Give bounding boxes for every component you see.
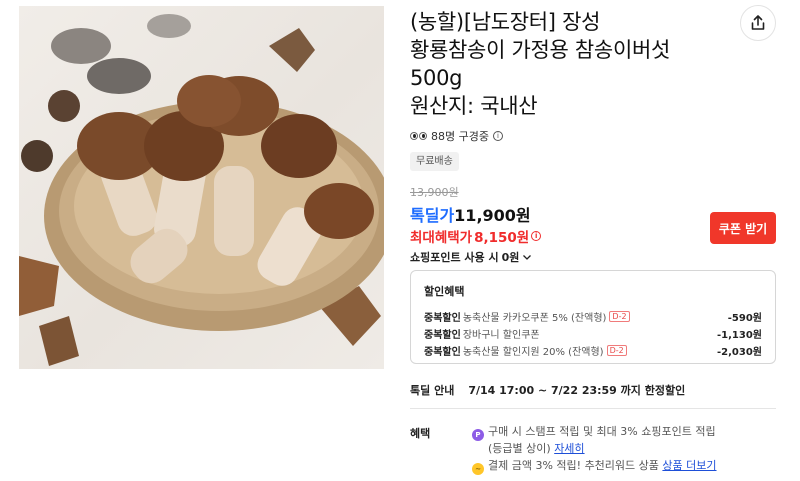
- points-value: 0원: [501, 251, 520, 264]
- dday-badge: D-2: [609, 311, 630, 322]
- deal-price: 톡딜가11,900원: [410, 202, 531, 226]
- discount-kind: 중복할인: [424, 313, 461, 324]
- product-title: (농할)[남도장터] 장성 황룡참송이 가정용 참송이버섯 500g 원산지: …: [410, 8, 730, 120]
- benefit-reward: ~ 결제 금액 3% 적립! 추천리워드 상품 상품 더보기: [472, 458, 717, 475]
- chevron-down-icon: [523, 255, 532, 260]
- title-line-3: 500g: [410, 66, 463, 90]
- discount-desc: 농축산물 카카오쿠폰 5% (잔액형): [462, 313, 607, 324]
- title-line-2: 황룡참송이 가정용 참송이버섯: [410, 38, 671, 62]
- more-products-link[interactable]: 상품 더보기: [662, 459, 716, 472]
- info-icon[interactable]: i: [531, 231, 542, 241]
- benefit-label: 혜택: [410, 427, 431, 440]
- original-price: 13,900원: [410, 186, 459, 199]
- details-link[interactable]: 자세히: [554, 442, 584, 455]
- max-benefit-price: 최대혜택가 8,150원 i: [410, 226, 542, 246]
- free-shipping-badge: 무료배송: [410, 152, 459, 171]
- max-benefit-label: 최대혜택가: [410, 230, 473, 246]
- deal-info-label: 톡딜 안내: [410, 384, 455, 397]
- deal-price-label: 톡딜가: [410, 206, 455, 225]
- info-icon[interactable]: i: [492, 131, 503, 141]
- share-button[interactable]: [740, 5, 776, 41]
- viewer-count-text: 88명 구경중: [431, 130, 489, 143]
- coupon-button[interactable]: 쿠폰 받기: [710, 212, 776, 244]
- benefit-stamp-points: P 구매 시 스탬프 적립 및 최대 3% 쇼핑포인트 적립 (등급별 상이) 자…: [472, 424, 772, 457]
- discount-value: -2,030원: [717, 347, 762, 358]
- share-icon: [751, 15, 765, 30]
- deal-info: 톡딜 안내 7/14 17:00 ~ 7/22 23:59 까지 한정할인: [410, 382, 685, 398]
- discount-value: -590원: [727, 313, 762, 324]
- discount-row: 중복할인 장바구니 할인쿠폰 -1,130원: [424, 325, 762, 342]
- product-image: [19, 6, 384, 369]
- benefit-line-1b: (등급별 상이): [488, 442, 551, 455]
- discount-desc: 농축산물 할인지원 20% (잔액형): [462, 347, 604, 358]
- benefit-line-1: 구매 시 스탬프 적립 및 최대 3% 쇼핑포인트 적립: [488, 425, 716, 438]
- max-benefit-amount: 8,150원: [474, 230, 530, 246]
- title-line-4: 원산지: 국내산: [410, 94, 538, 118]
- viewer-count: 88명 구경중 i: [410, 128, 503, 144]
- discount-row: 중복할인 농축산물 할인지원 20% (잔액형) D-2 -2,030원: [424, 342, 762, 359]
- points-label: 쇼핑포인트 사용 시: [410, 251, 499, 264]
- discount-title: 할인혜택: [424, 285, 465, 298]
- title-line-1: (농할)[남도장터] 장성: [410, 10, 601, 34]
- eyes-icon: [410, 132, 427, 140]
- discount-kind: 중복할인: [424, 330, 461, 341]
- deal-price-amount: 11,900원: [454, 206, 531, 225]
- discount-value: -1,130원: [717, 330, 762, 341]
- discount-box: 할인혜택 중복할인 농축산물 카카오쿠폰 5% (잔액형) D-2 -590원 …: [410, 270, 776, 364]
- shopping-points-dropdown[interactable]: 쇼핑포인트 사용 시 0원: [410, 249, 532, 265]
- discount-desc: 장바구니 할인쿠폰: [462, 330, 540, 341]
- points-icon: P: [472, 429, 484, 441]
- discount-kind: 중복할인: [424, 347, 461, 358]
- benefit-line-2: 결제 금액 3% 적립! 추천리워드 상품: [488, 459, 659, 472]
- deal-info-value: 7/14 17:00 ~ 7/22 23:59 까지 한정할인: [468, 384, 686, 397]
- coin-icon: ~: [472, 463, 484, 475]
- dday-badge: D-2: [606, 345, 627, 356]
- discount-row: 중복할인 농축산물 카카오쿠폰 5% (잔액형) D-2 -590원: [424, 308, 762, 325]
- divider: [410, 408, 776, 409]
